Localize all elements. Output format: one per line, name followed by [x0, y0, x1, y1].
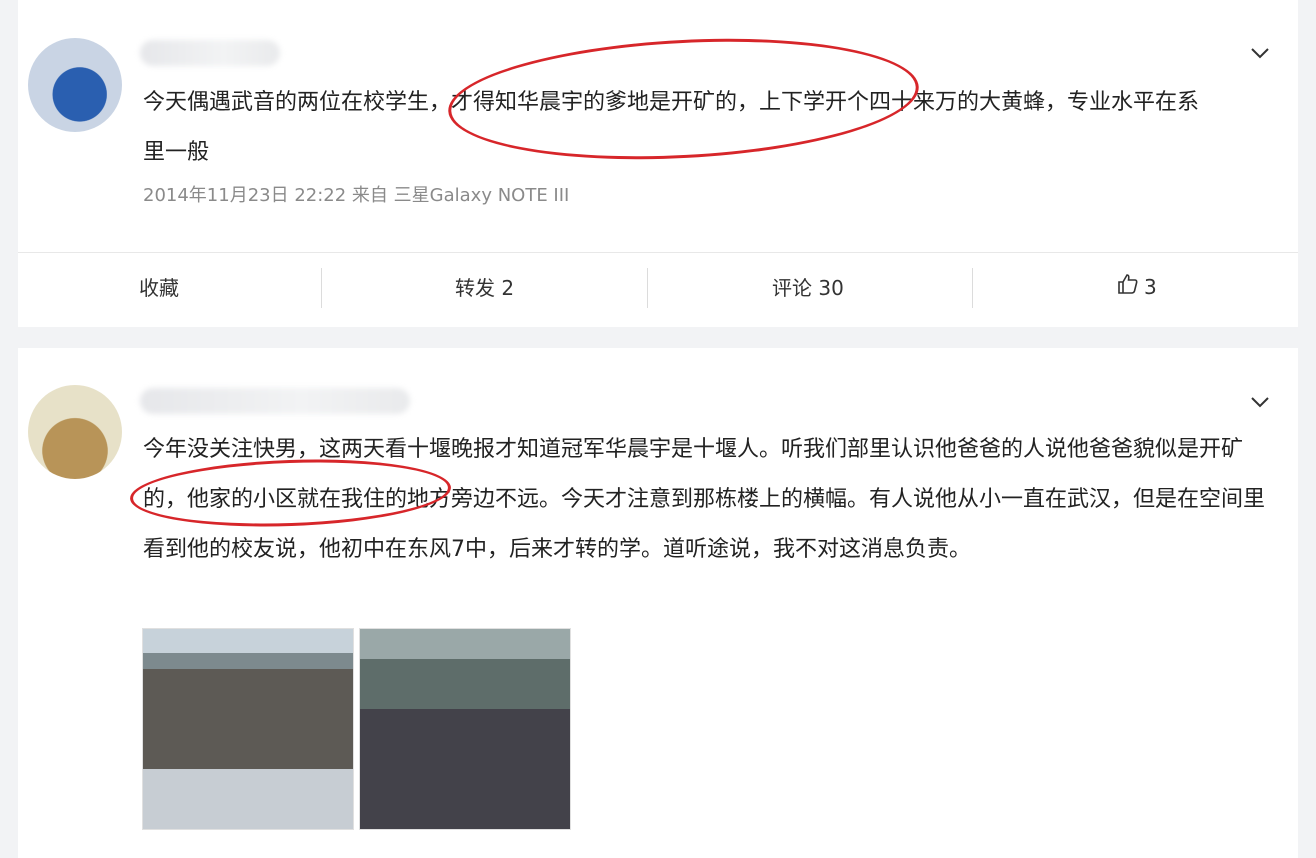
like-count: 3 — [1144, 274, 1157, 299]
repost-button[interactable]: 转发 2 — [455, 272, 514, 301]
avatar[interactable] — [28, 38, 122, 132]
photo-thumbnail[interactable] — [359, 628, 571, 830]
post-meta: 2014年11月23日 22:22 来自 三星Galaxy NOTE III — [143, 185, 570, 206]
divider — [647, 268, 648, 308]
chevron-down-icon[interactable] — [1249, 42, 1271, 64]
blurred-username — [140, 40, 280, 66]
divider — [972, 268, 973, 308]
blurred-username — [140, 388, 410, 414]
post-text: 今天偶遇武音的两位在校学生，才得知华晨宇的爹地是开矿的，上下学开个四十来万的大黄… — [143, 90, 1200, 165]
photo-thumbnail[interactable] — [142, 628, 354, 830]
divider — [18, 252, 1298, 253]
avatar[interactable] — [28, 385, 122, 479]
comment-button[interactable]: 评论 30 — [772, 272, 844, 301]
post-text: 今年没关注快男，这两天看十堰晚报才知道冠军华晨宇是十堰人。听我们部里认识他爸爸的… — [143, 437, 1266, 562]
like-button[interactable]: 3 — [1116, 272, 1157, 301]
thumbs-up-icon — [1116, 272, 1140, 301]
divider — [321, 268, 322, 308]
chevron-down-icon[interactable] — [1249, 391, 1271, 413]
favorite-button[interactable]: 收藏 — [139, 272, 179, 301]
